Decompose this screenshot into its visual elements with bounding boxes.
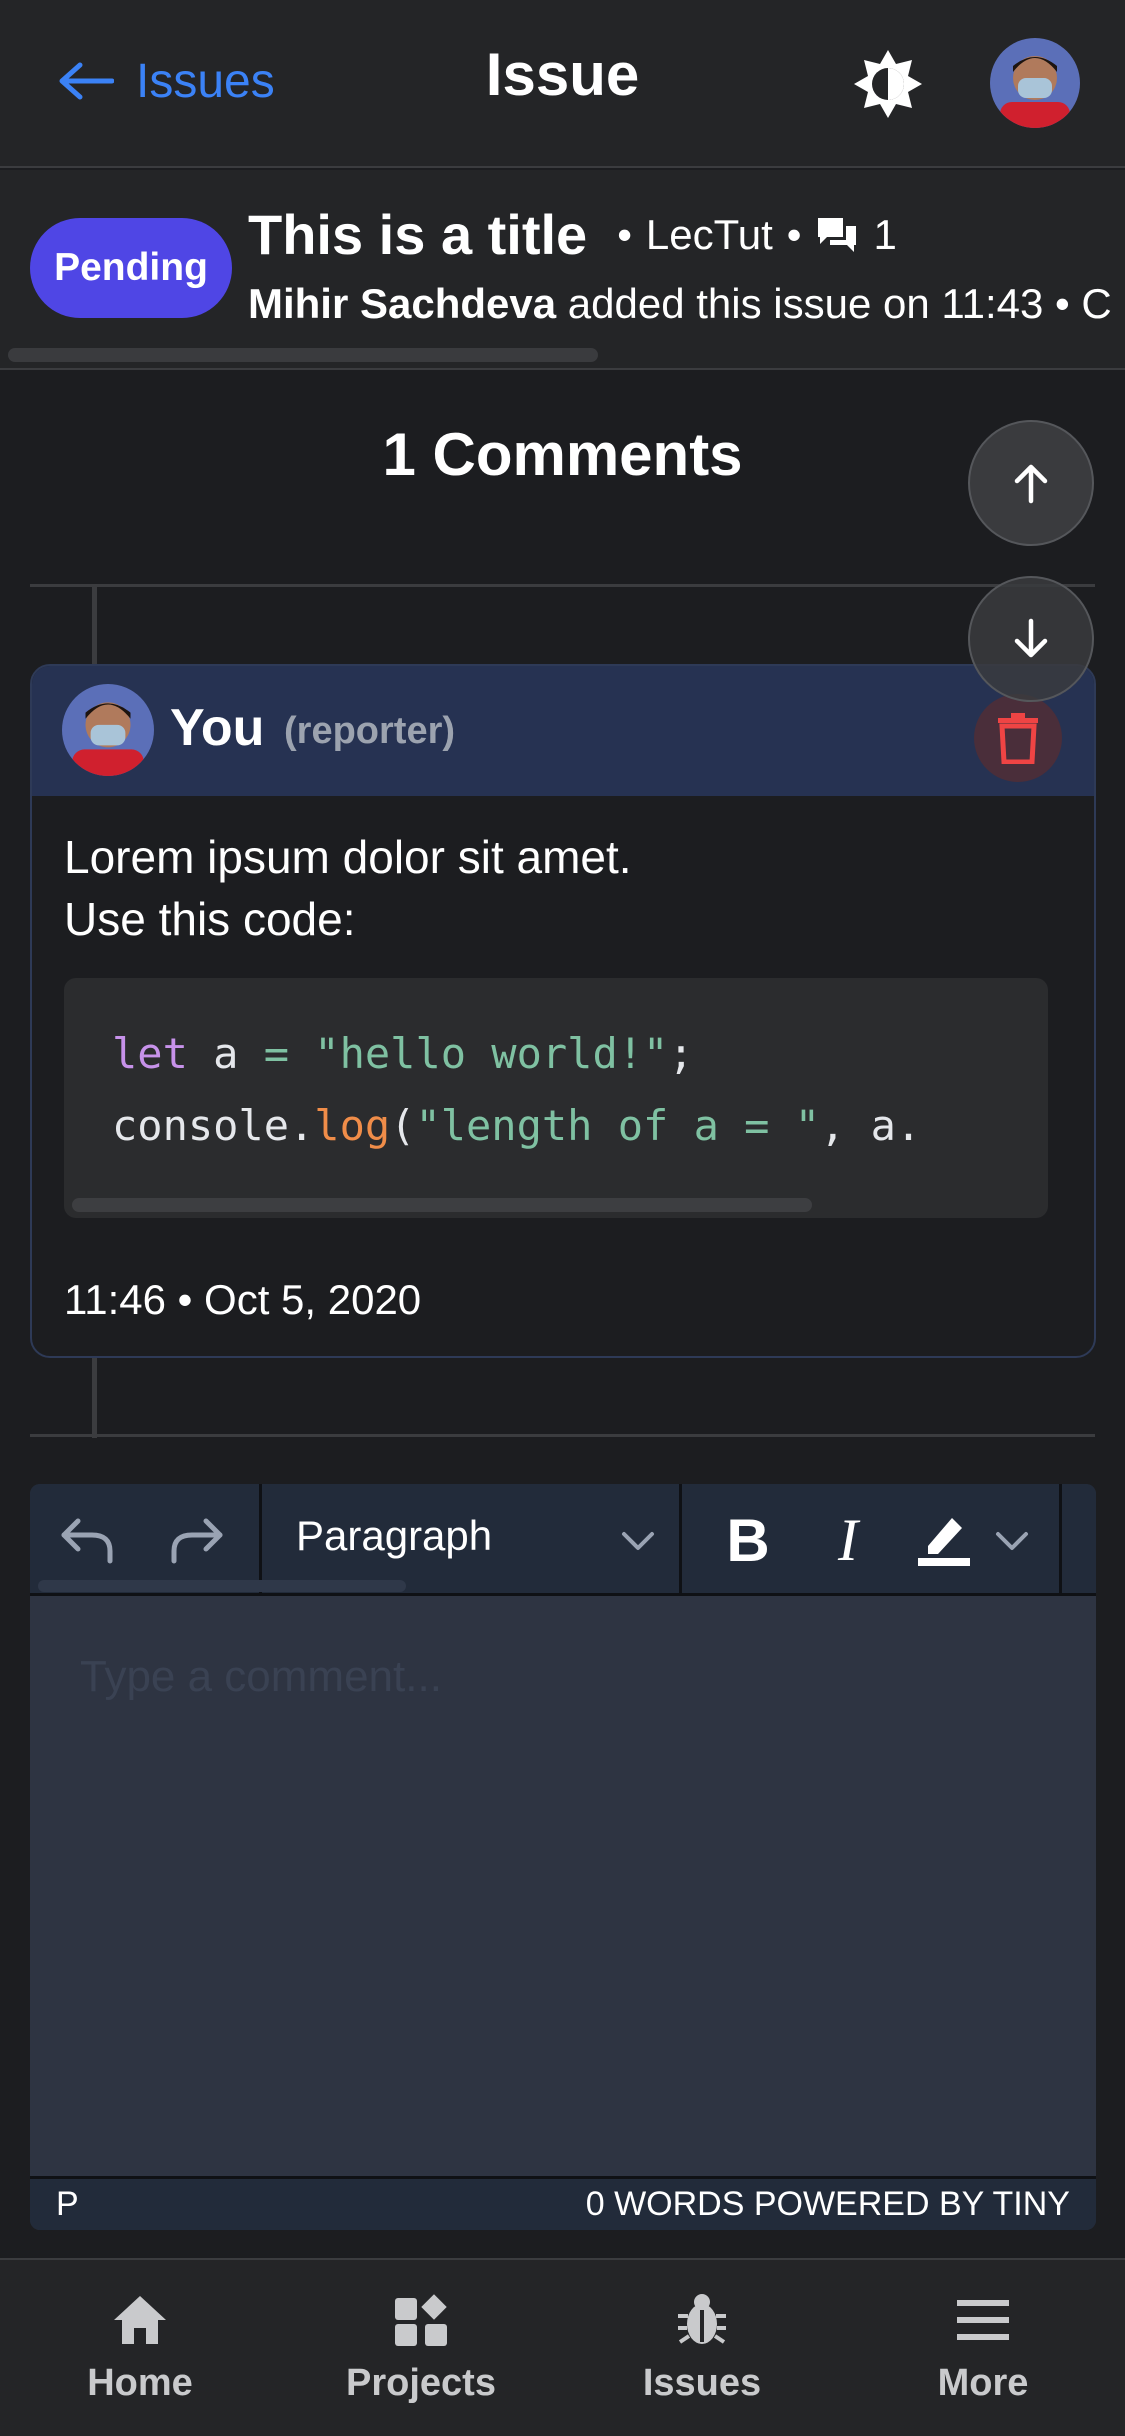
user-avatar[interactable] [990, 38, 1080, 128]
chevron-down-icon[interactable] [994, 1530, 1030, 1554]
scroll-down-button[interactable] [968, 576, 1094, 702]
redo-icon [171, 1518, 223, 1564]
arrow-up-icon [1014, 464, 1048, 504]
comments-icon [818, 217, 857, 252]
comment-count: 1 [873, 210, 897, 258]
editor-toolbar: Paragraph B I [30, 1484, 1096, 1596]
bold-button[interactable]: B [712, 1504, 784, 1576]
nav-label: Projects [346, 2362, 496, 2404]
nav-projects[interactable]: Projects [311, 2260, 531, 2436]
bottom-navigation: Home Projects Issues More [0, 2258, 1125, 2436]
issue-title: This is a title [248, 203, 588, 266]
comments-heading: 1 Comments [382, 421, 743, 488]
nav-label: More [937, 2362, 1029, 2404]
timeline-connector [92, 586, 97, 666]
divider [30, 1434, 1095, 1437]
separator-dot: • [786, 210, 802, 258]
theme-toggle-button[interactable] [850, 46, 926, 122]
chevron-down-icon [622, 1532, 654, 1550]
trash-icon [998, 713, 1038, 764]
divider [30, 584, 1095, 587]
issue-title-row: This is a title • LecTut • 1 [248, 202, 897, 267]
comment-text: Use this code: [64, 893, 356, 945]
word-count: 0 WORDS POWERED BY TINY [585, 2185, 1070, 2223]
italic-icon: I [838, 1506, 858, 1573]
undo-button[interactable] [52, 1504, 124, 1576]
scroll-up-button[interactable] [968, 420, 1094, 546]
delete-comment-button[interactable] [974, 694, 1062, 782]
undo-icon [61, 1518, 113, 1564]
issue-header: Pending This is a title • LecTut • 1 Mih… [0, 170, 1125, 370]
element-path[interactable]: P [56, 2185, 79, 2224]
avatar-image [62, 684, 154, 776]
issue-meta-text: added this issue on 11:43 • C [567, 280, 1112, 327]
block-format-label: Paragraph [296, 1512, 493, 1559]
comment-text: Lorem ipsum dolor sit amet. [64, 831, 632, 883]
nav-issues[interactable]: Issues [592, 2260, 812, 2436]
comment-editor: Paragraph B I Type a comment... P 0 WORD… [30, 1484, 1096, 2230]
italic-button[interactable]: I [812, 1504, 884, 1576]
toolbar-scrollbar[interactable] [38, 1580, 406, 1592]
comment-timestamp: 11:46 • Oct 5, 2020 [64, 1276, 422, 1323]
header-scrollbar[interactable] [8, 348, 598, 362]
redo-button[interactable] [160, 1504, 232, 1576]
issue-meta: Mihir Sachdeva added this issue on 11:43… [248, 280, 1112, 328]
timeline-connector [92, 1358, 97, 1438]
home-icon [114, 2296, 166, 2344]
arrow-down-icon [1014, 618, 1048, 658]
code-content: let a = "hello world!"; console.log("len… [112, 1029, 922, 1150]
issue-author[interactable]: Mihir Sachdeva [248, 280, 556, 327]
commenter-avatar[interactable] [62, 684, 154, 776]
page-title: Issue [485, 41, 640, 108]
comment-card: You (reporter) Lorem ipsum dolor sit ame… [30, 664, 1096, 1358]
brightness-icon [854, 50, 922, 118]
status-badge: Pending [30, 218, 232, 318]
nav-label: Home [87, 2362, 193, 2404]
nav-label: Issues [642, 2362, 762, 2404]
code-block[interactable]: let a = "hello world!"; console.log("len… [64, 978, 1048, 1218]
format-group: B I [682, 1484, 1062, 1596]
bug-icon [678, 2294, 726, 2344]
projects-icon [395, 2294, 447, 2346]
commenter-name: You [170, 699, 265, 757]
bold-icon: B [726, 1506, 770, 1574]
highlighter-icon [918, 1518, 970, 1566]
editor-statusbar: P 0 WORDS POWERED BY TINY [30, 2176, 1096, 2230]
project-name[interactable]: LecTut [646, 211, 773, 259]
nav-home[interactable]: Home [30, 2260, 250, 2436]
highlight-button[interactable] [908, 1504, 980, 1576]
code-scrollbar[interactable] [72, 1198, 812, 1212]
nav-more[interactable]: More [873, 2260, 1093, 2436]
top-app-bar: Issues Issue [0, 0, 1125, 168]
menu-icon [957, 2300, 1009, 2340]
avatar-image [990, 38, 1080, 128]
commenter-role: (reporter) [284, 710, 456, 752]
comment-body: Lorem ipsum dolor sit amet. Use this cod… [64, 826, 632, 950]
comment-input[interactable]: Type a comment... [80, 1652, 442, 1702]
comment-header: You (reporter) [32, 666, 1094, 796]
separator-dot: • [617, 210, 632, 258]
